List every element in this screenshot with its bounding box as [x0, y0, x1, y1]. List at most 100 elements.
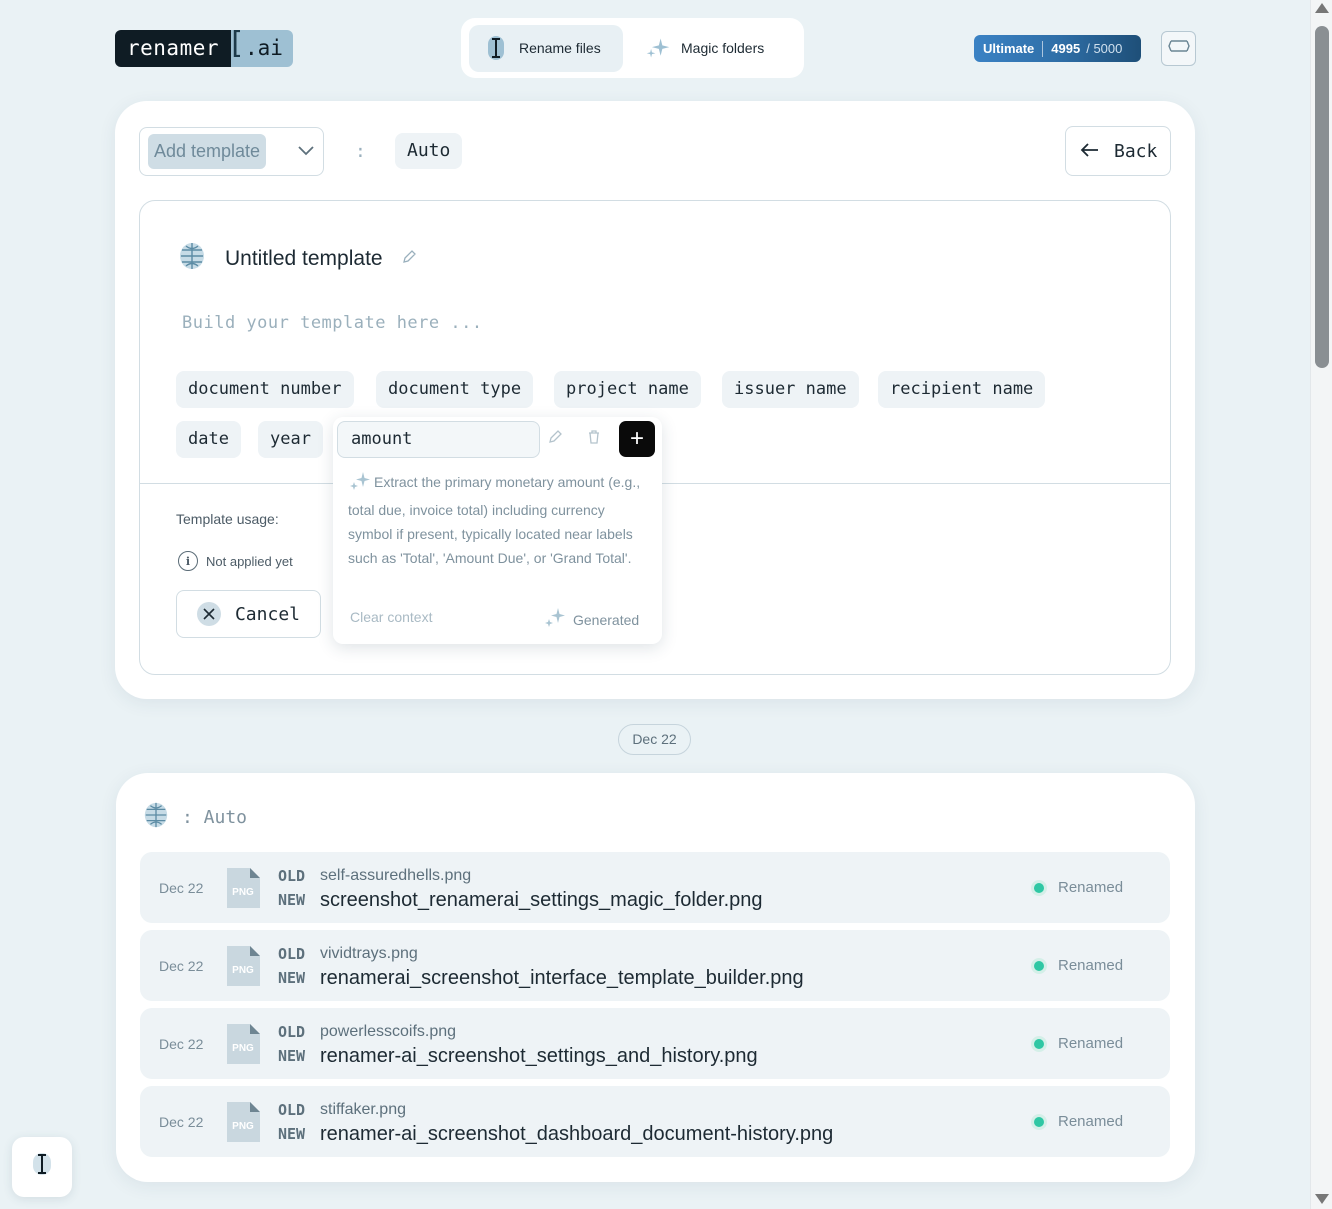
row-date: Dec 22 [159, 958, 204, 974]
new-tag: NEW [278, 1047, 306, 1065]
new-tag: NEW [278, 969, 306, 987]
cursor-icon [483, 35, 509, 61]
history-row[interactable]: Dec 22 PNG OLD powerlesscoifs.png NEW re… [140, 1008, 1170, 1079]
history-row[interactable]: Dec 22 PNG OLD stiffaker.png NEW renamer… [140, 1086, 1170, 1157]
old-filename: vividtrays.png [320, 945, 418, 962]
credits-badge[interactable]: Ultimate 4995 / 5000 [974, 35, 1141, 62]
menu-button[interactable] [1161, 31, 1196, 66]
history-header: : Auto [142, 800, 247, 835]
old-filename: self-assuredhells.png [320, 867, 472, 884]
cancel-button[interactable]: Cancel [176, 590, 321, 638]
tag-date[interactable]: date [176, 421, 241, 458]
file-png-icon: PNG [227, 946, 260, 991]
sparkle-icon [543, 607, 567, 632]
arrow-left-icon [1080, 141, 1100, 162]
info-icon: i [178, 551, 198, 571]
status-dot [1034, 960, 1044, 971]
row-date: Dec 22 [159, 880, 204, 896]
chevron-down-icon [297, 143, 315, 161]
menu-icon [1167, 37, 1190, 60]
tag-name-input[interactable]: amount [337, 421, 540, 458]
status-badge: Renamed [1034, 1035, 1123, 1052]
status-dot [1034, 1038, 1044, 1049]
scroll-up-arrow[interactable] [1315, 3, 1329, 13]
credits-used: 4995 [1051, 41, 1081, 56]
nav-magic-folders[interactable]: Magic folders [631, 25, 778, 72]
pencil-icon[interactable] [401, 247, 417, 271]
mode-separator: : [355, 141, 366, 162]
tag-document-type[interactable]: document type [376, 371, 534, 408]
logo[interactable]: renamer [.ai [115, 26, 293, 67]
close-icon [197, 602, 221, 626]
tag-project-name[interactable]: project name [554, 371, 701, 408]
template-input[interactable]: Build your template here ... [182, 313, 483, 333]
nav-magic-label: Magic folders [681, 40, 765, 56]
new-tag: NEW [278, 1125, 306, 1143]
row-date: Dec 22 [159, 1114, 204, 1130]
generated-label: Generated [573, 611, 640, 628]
credits-separator [1042, 40, 1044, 57]
tag-document-number[interactable]: document number [176, 371, 354, 408]
file-png-icon: PNG [227, 1024, 260, 1069]
nav-rename-files[interactable]: Rename files [469, 24, 623, 72]
tag-edit-popup: amount + Extract the primary monetary am… [333, 417, 662, 644]
mode-chip[interactable]: Auto [395, 133, 463, 169]
old-tag: OLD [278, 1101, 306, 1119]
history-row[interactable]: Dec 22 PNG OLD self-assuredhells.png NEW… [140, 852, 1170, 923]
svg-text:PNG: PNG [232, 1121, 254, 1132]
credits-total: / 5000 [1086, 41, 1123, 56]
cursor-icon [29, 1150, 55, 1185]
brain-icon [177, 241, 207, 277]
date-group-pill: Dec 22 [618, 724, 691, 755]
new-filename: screenshot_renamerai_settings_magic_fold… [320, 889, 763, 911]
template-select[interactable]: Add template [139, 127, 324, 176]
svg-text:PNG: PNG [232, 887, 254, 898]
history-card: : Auto Dec 22 PNG OLD self-assuredhells.… [116, 773, 1195, 1182]
status-dot [1034, 1116, 1044, 1127]
new-filename: renamer-ai_screenshot_settings_and_histo… [320, 1045, 758, 1067]
floating-action-button[interactable] [12, 1137, 72, 1197]
trash-icon[interactable] [586, 429, 602, 450]
file-png-icon: PNG [227, 868, 260, 913]
cursor-icon: [ [227, 26, 246, 61]
brain-icon [142, 800, 170, 835]
history-mode-label: : Auto [182, 807, 248, 828]
usage-status-text: Not applied yet [206, 553, 293, 569]
tag-description-text: Extract the primary monetary amount (e.g… [348, 474, 641, 566]
row-date: Dec 22 [159, 1036, 204, 1052]
clear-context-button[interactable]: Clear context [350, 609, 432, 625]
status-badge: Renamed [1034, 1113, 1123, 1130]
tag-year[interactable]: year [258, 421, 323, 458]
logo-ext: [.ai [227, 26, 293, 67]
status-badge: Renamed [1034, 957, 1123, 974]
template-title: Untitled template [225, 247, 383, 270]
page-scrollbar[interactable] [1310, 0, 1332, 1209]
old-filename: stiffaker.png [320, 1101, 406, 1118]
back-label: Back [1114, 140, 1158, 162]
tag-issuer-name[interactable]: issuer name [722, 371, 859, 408]
new-filename: renamer-ai_screenshot_dashboard_document… [320, 1123, 834, 1145]
pencil-icon[interactable] [547, 429, 563, 450]
history-row[interactable]: Dec 22 PNG OLD vividtrays.png NEW rename… [140, 930, 1170, 1001]
plus-icon: + [629, 425, 644, 452]
old-filename: powerlesscoifs.png [320, 1023, 457, 1040]
new-filename: renamerai_screenshot_interface_template_… [320, 967, 804, 989]
svg-text:PNG: PNG [232, 1043, 254, 1054]
add-tag-button[interactable]: + [619, 421, 655, 457]
tag-recipient-name[interactable]: recipient name [878, 371, 1046, 408]
scrollbar-thumb[interactable] [1315, 26, 1329, 368]
cancel-label: Cancel [234, 603, 300, 625]
sparkle-icon [645, 35, 671, 61]
nav-rename-label: Rename files [519, 40, 601, 56]
logo-main: renamer [115, 30, 232, 67]
tag-description[interactable]: Extract the primary monetary amount (e.g… [348, 470, 648, 570]
back-button[interactable]: Back [1065, 126, 1171, 176]
scroll-down-arrow[interactable] [1315, 1194, 1329, 1204]
sparkle-icon [348, 471, 372, 498]
status-dot [1034, 882, 1044, 893]
old-tag: OLD [278, 867, 306, 885]
old-tag: OLD [278, 945, 306, 963]
template-title-row: Untitled template [177, 241, 417, 277]
usage-label: Template usage: [176, 511, 279, 527]
usage-status: i Not applied yet [178, 551, 293, 571]
